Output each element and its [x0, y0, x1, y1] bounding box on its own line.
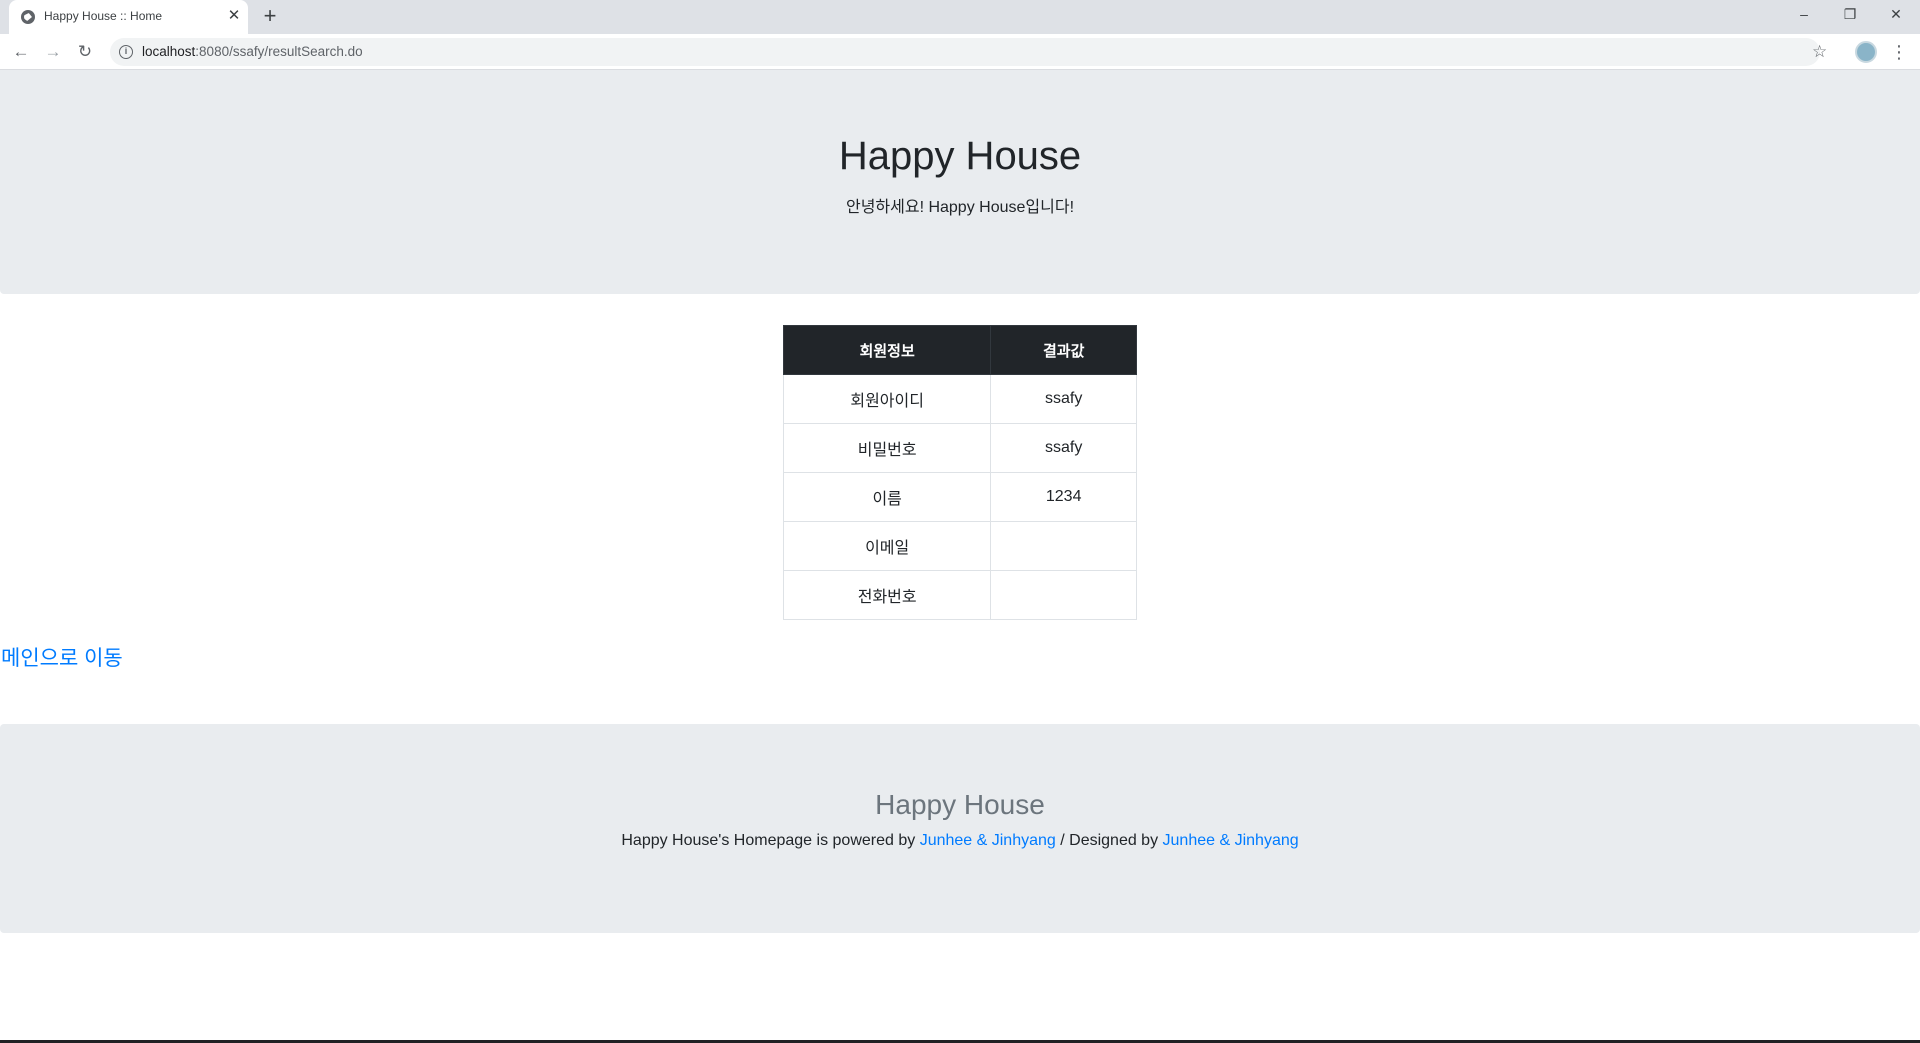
column-header-result: 결과값: [990, 325, 1137, 375]
table-row: 전화번호: [782, 570, 1137, 620]
browser-menu-icon[interactable]: ⋮: [1889, 41, 1909, 63]
row-label: 전화번호: [782, 570, 992, 620]
table-header-row: 회원정보 결과값: [782, 325, 1137, 375]
row-value: [990, 570, 1137, 620]
browser-toolbar: ← → ↻ i localhost:8080/ssafy/resultSearc…: [0, 34, 1920, 70]
restore-button[interactable]: ❐: [1827, 0, 1873, 30]
designed-by-link[interactable]: Junhee & Jinhyang: [1163, 832, 1299, 849]
bookmark-star-icon[interactable]: ☆: [1812, 42, 1827, 62]
back-button[interactable]: ←: [8, 39, 34, 65]
row-value: ssafy: [990, 374, 1137, 424]
footer-title: Happy House: [875, 789, 1045, 820]
table-row: 이름 1234: [782, 472, 1137, 522]
row-label: 이메일: [782, 521, 992, 571]
row-value: ssafy: [990, 423, 1137, 473]
page-subtitle: 안녕하세요! Happy House입니다!: [845, 199, 1075, 216]
forward-button[interactable]: →: [40, 39, 66, 65]
profile-avatar[interactable]: [1855, 41, 1877, 63]
member-info-table: 회원정보 결과값 회원아이디 ssafy 비밀번호 ssafy 이름 1234 …: [782, 325, 1137, 620]
address-bar[interactable]: i localhost:8080/ssafy/resultSearch.do: [110, 38, 1820, 66]
info-icon[interactable]: i: [119, 45, 133, 59]
globe-icon: [21, 10, 35, 24]
page-title: Happy House: [838, 134, 1082, 178]
powered-by-link[interactable]: Junhee & Jinhyang: [920, 832, 1056, 849]
browser-tabstrip: Happy House :: Home ✕ + – ❐ ✕: [0, 0, 1920, 34]
window-close-button[interactable]: ✕: [1873, 0, 1919, 30]
column-header-member-info: 회원정보: [782, 325, 992, 375]
new-tab-button[interactable]: +: [259, 5, 281, 27]
footer-credits: Happy House's Homepage is powered by Jun…: [621, 832, 1299, 849]
header-jumbotron: Happy House 안녕하세요! Happy House입니다!: [0, 70, 1920, 294]
go-to-main-link[interactable]: 메인으로 이동: [1, 642, 123, 672]
minimize-button[interactable]: –: [1781, 0, 1827, 30]
page-content: Happy House 안녕하세요! Happy House입니다! 회원정보 …: [0, 70, 1920, 1043]
footer: Happy House Happy House's Homepage is po…: [0, 724, 1920, 933]
row-label: 비밀번호: [782, 423, 992, 473]
table-row: 비밀번호 ssafy: [782, 423, 1137, 473]
row-label: 이름: [782, 472, 992, 522]
row-label: 회원아이디: [782, 374, 992, 424]
browser-tab[interactable]: Happy House :: Home ✕: [9, 0, 248, 34]
row-value: [990, 521, 1137, 571]
row-value: 1234: [990, 472, 1137, 522]
tab-title: Happy House :: Home: [44, 9, 163, 23]
table-row: 회원아이디 ssafy: [782, 374, 1137, 424]
tab-close-icon[interactable]: ✕: [225, 7, 243, 25]
reload-button[interactable]: ↻: [72, 39, 98, 65]
url-text: localhost:8080/ssafy/resultSearch.do: [142, 44, 363, 59]
table-row: 이메일: [782, 521, 1137, 571]
